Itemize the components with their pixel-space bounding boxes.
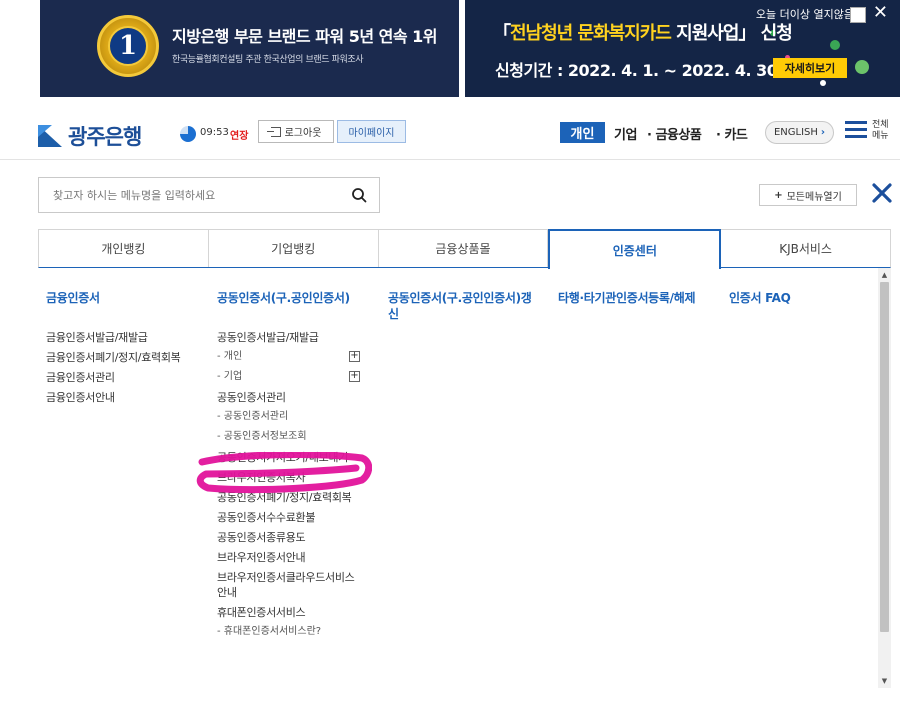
banner-left-margin <box>0 0 40 97</box>
confetti-dot <box>855 60 869 74</box>
session-timer: 09:53 <box>200 127 229 138</box>
menu-item[interactable]: 금융인증서발급/재발급 <box>46 330 206 345</box>
menu-item[interactable]: 금융인증서관리 <box>46 370 206 385</box>
menu-tabs: 개인뱅킹 기업뱅킹 금융상품몰 인증센터 KJB서비스 <box>38 229 891 269</box>
close-menu-icon[interactable] <box>870 181 894 205</box>
expand-icon[interactable]: + <box>349 351 360 362</box>
scroll-thumb[interactable] <box>880 282 889 632</box>
menu-search <box>38 177 380 213</box>
confetti-dot <box>830 40 840 50</box>
menu-item[interactable]: 공동인증서종류용도 <box>217 530 360 545</box>
all-menu-label: 전체 메뉴 <box>872 120 889 141</box>
expand-icon[interactable]: + <box>349 371 360 382</box>
hide-today-label: 오늘 더이상 열지않음 <box>755 8 854 21</box>
promo-mid: 지원사업 <box>670 23 739 44</box>
promo-title: 「전남청년 문화복지카드 지원사업」 신청 <box>493 19 793 45</box>
mypage-button[interactable]: 마이페이지 <box>337 120 406 143</box>
menu-item[interactable]: 브라우저인증서클라우드서비스안내 <box>217 570 360 600</box>
category-card[interactable]: · 카드 <box>716 124 748 143</box>
submenu-item[interactable]: - 공동인증서정보조회 <box>217 430 360 444</box>
menu-item[interactable]: 공동인증서수수료환불 <box>217 510 360 525</box>
menu-search-input[interactable] <box>39 178 339 212</box>
logout-label: 로그아웃 <box>284 128 322 139</box>
session-timer-icon <box>180 126 196 142</box>
submenu-item-corporate[interactable]: - 기업 + <box>217 370 360 384</box>
category-products[interactable]: · 금융상품 <box>647 124 702 143</box>
banner-close-icon[interactable]: ✕ <box>873 3 888 23</box>
menu-item[interactable]: 브라우저인증서복사 <box>217 470 360 485</box>
menu-list: 금융인증서발급/재발급 금융인증서폐기/정지/효력회복 금융인증서관리 금융인증… <box>46 330 206 405</box>
scroll-up-icon[interactable]: ▲ <box>878 268 891 282</box>
menu-item[interactable]: 금융인증서안내 <box>46 390 206 405</box>
award-medal-icon: 1 <box>97 15 159 77</box>
hamburger-icon-bar <box>845 128 867 131</box>
menu-list: 공동인증서발급/재발급 - 개인 + - 기업 + 공동인증서관리 - 공동인증… <box>217 330 360 639</box>
category-corporate[interactable]: 기업 <box>614 124 637 143</box>
menu-column-other-cert: 타행·타기관인증서등록/해제 <box>558 290 708 306</box>
confetti-dot <box>820 80 826 86</box>
menu-heading-joint-cert[interactable]: 공동인증서(구.공인인증서) <box>217 290 360 306</box>
award-headline: 지방은행 부문 브랜드 파워 5년 연속 1위 <box>172 27 438 46</box>
submenu-label: - 개인 <box>217 351 243 362</box>
tab-certificate-center[interactable]: 인증센터 <box>548 229 722 269</box>
hide-today-checkbox[interactable] <box>850 7 866 23</box>
tab-corporate-banking[interactable]: 기업뱅킹 <box>208 230 379 267</box>
search-icon[interactable] <box>351 187 367 203</box>
menu-scrollbar[interactable]: ▲ ▼ <box>878 268 891 688</box>
menu-column-financial-cert: 금융인증서 금융인증서발급/재발급 금융인증서폐기/정지/효력회복 금융인증서관… <box>46 290 206 410</box>
chevron-right-icon: › <box>820 127 826 138</box>
top-banner: 1 지방은행 부문 브랜드 파워 5년 연속 1위 한국능률협회컨설팅 주관 한… <box>0 0 900 97</box>
session-extend-button[interactable]: 연장 <box>230 127 248 142</box>
menu-column-joint-cert: 공동인증서(구.공인인증서) 공동인증서발급/재발급 - 개인 + - 기업 +… <box>217 290 360 645</box>
promo-bracket-close: 」 신청 <box>738 23 792 44</box>
menu-item[interactable]: 공동인증서발급/재발급 <box>217 330 360 345</box>
hamburger-icon <box>845 121 867 124</box>
submenu-item[interactable]: - 휴대폰인증서서비스란? <box>217 625 360 639</box>
menu-item[interactable]: 공동인증서관리 <box>217 390 360 405</box>
plus-icon: + <box>774 189 783 201</box>
promo-highlight: 전남청년 문화복지카드 <box>510 23 672 44</box>
menu-item[interactable]: 금융인증서폐기/정지/효력회복 <box>46 350 186 365</box>
award-subline: 한국능률협회컨설팅 주관 한국산업의 브랜드 파워조사 <box>172 55 364 65</box>
open-all-menus-button[interactable]: + 모든메뉴열기 <box>759 184 857 206</box>
menu-heading-cert-renewal[interactable]: 공동인증서(구.공인인증서)갱신 <box>388 290 538 322</box>
promo-banner[interactable]: 「전남청년 문화복지카드 지원사업」 신청 신청기간 : 2022. 4. 1.… <box>465 0 900 97</box>
promo-period: 신청기간 : 2022. 4. 1. ~ 2022. 4. 30. <box>495 61 783 80</box>
menu-heading-cert-faq[interactable]: 인증서 FAQ <box>729 290 869 306</box>
submenu-label: - 기업 <box>217 371 243 382</box>
brand-award-banner[interactable]: 1 지방은행 부문 브랜드 파워 5년 연속 1위 한국능률협회컨설팅 주관 한… <box>0 0 465 97</box>
menu-item-export[interactable]: 공동인증서가져오기/내보내기 <box>217 450 360 465</box>
menu-column-cert-faq: 인증서 FAQ <box>729 290 869 306</box>
open-all-label: 모든메뉴열기 <box>786 191 842 203</box>
logout-button[interactable]: 로그아웃 <box>258 120 334 143</box>
scroll-down-icon[interactable]: ▼ <box>878 674 891 688</box>
logout-icon <box>266 126 281 137</box>
menu-heading-financial-cert[interactable]: 금융인증서 <box>46 290 206 306</box>
tab-kjb-service[interactable]: KJB서비스 <box>721 230 890 267</box>
tab-personal-banking[interactable]: 개인뱅킹 <box>39 230 209 267</box>
logo-text: 광주은행 <box>68 125 142 149</box>
menu-column-cert-renewal: 공동인증서(구.공인인증서)갱신 <box>388 290 538 322</box>
english-button[interactable]: ENGLISH › <box>765 121 834 144</box>
category-personal[interactable]: 개인 <box>560 122 605 143</box>
menu-item[interactable]: 공동인증서폐기/정지/효력회복 <box>217 490 360 505</box>
menu-item[interactable]: 휴대폰인증서서비스 <box>217 605 360 620</box>
menu-heading-other-cert[interactable]: 타행·타기관인증서등록/해제 <box>558 290 708 306</box>
menu-item[interactable]: 브라우저인증서안내 <box>217 550 360 565</box>
tab-product-mall[interactable]: 금융상품몰 <box>378 230 549 267</box>
menu-content: 금융인증서 금융인증서발급/재발급 금융인증서폐기/정지/효력회복 금융인증서관… <box>38 268 878 708</box>
submenu-item-personal[interactable]: - 개인 + <box>217 350 360 364</box>
hamburger-icon-bar <box>845 135 867 138</box>
site-header: 광주은행 09:53 연장 로그아웃 마이페이지 개인 기업 · 금융상품 · … <box>0 97 900 160</box>
medal-number: 1 <box>108 26 148 66</box>
logo-mark-icon <box>38 125 62 147</box>
kjbank-logo[interactable]: 광주은행 <box>38 121 142 151</box>
promo-bracket-open: 「 <box>493 23 511 44</box>
promo-detail-button[interactable]: 자세히보기 <box>773 58 847 78</box>
english-label: ENGLISH <box>773 127 818 138</box>
submenu-item[interactable]: - 공동인증서관리 <box>217 410 360 424</box>
